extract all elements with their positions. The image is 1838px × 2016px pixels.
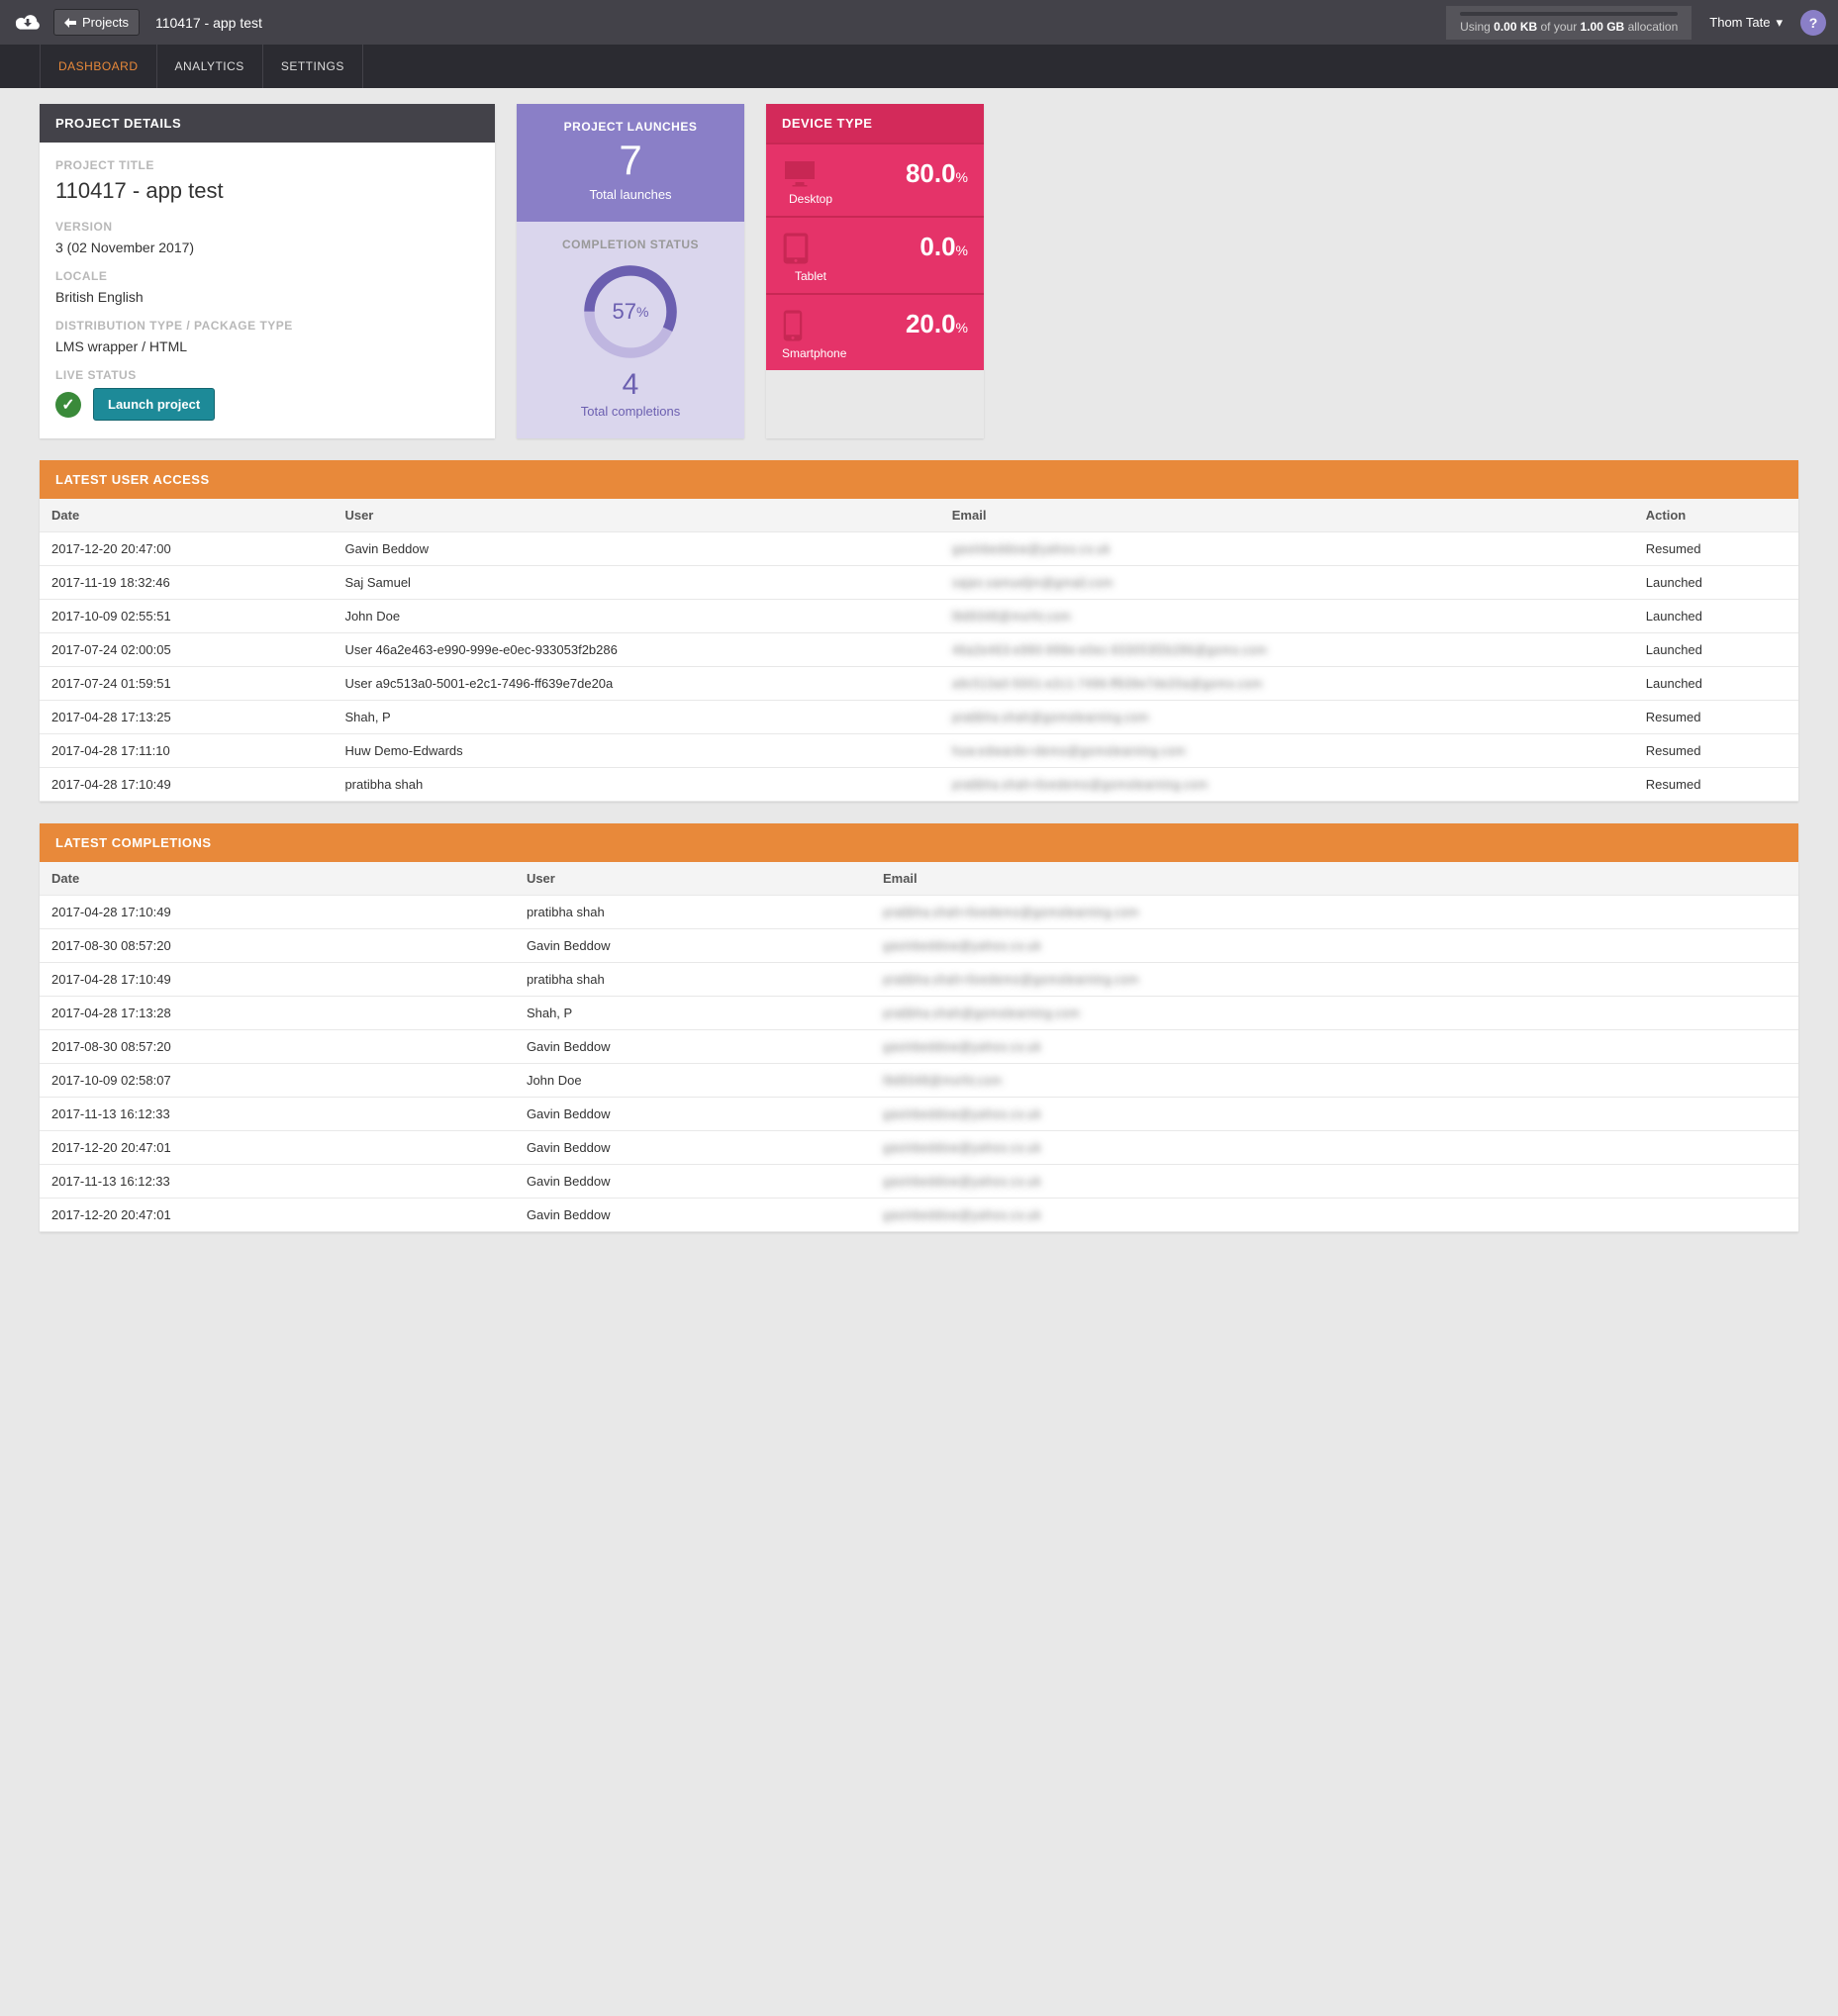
table-row: 2017-04-28 17:13:25Shah, Ppratibha.shah@… — [40, 701, 1798, 734]
table-row: 2017-04-28 17:10:49pratibha shahpratibha… — [40, 963, 1798, 997]
latest-completions-header: LATEST COMPLETIONS — [40, 823, 1798, 862]
distribution-value: LMS wrapper / HTML — [55, 338, 479, 354]
device-label: Smartphone — [782, 346, 839, 360]
chevron-down-icon: ▾ — [1776, 15, 1783, 31]
latest-access-table: DateUserEmailAction 2017-12-20 20:47:00G… — [40, 499, 1798, 802]
user-name: Thom Tate — [1709, 15, 1770, 30]
completions-count: 4 — [527, 368, 734, 402]
project-details-panel: PROJECT DETAILS PROJECT TITLE 110417 - a… — [40, 104, 495, 438]
subnav-tabs: DASHBOARDANALYTICSSETTINGS — [0, 45, 1838, 88]
latest-completions-section: LATEST COMPLETIONS DateUserEmail 2017-04… — [40, 823, 1798, 1232]
table-row: 2017-11-19 18:32:46Saj Samuelsajan.samue… — [40, 566, 1798, 600]
completion-status-header: COMPLETION STATUS — [527, 238, 734, 251]
launches-count-label: Total launches — [527, 187, 734, 202]
column-header: Action — [1634, 499, 1798, 532]
column-header: Date — [40, 862, 515, 896]
storage-allocation: Using 0.00 KB of your 1.00 GB allocation — [1446, 6, 1692, 40]
launches-panel: PROJECT LAUNCHES 7 Total launches COMPLE… — [517, 104, 744, 438]
projects-btn-label: Projects — [82, 15, 129, 30]
device-type-panel: DEVICE TYPE Desktop80.0%Tablet0.0%Smartp… — [766, 104, 984, 438]
question-icon: ? — [1809, 15, 1818, 31]
latest-completions-table: DateUserEmail 2017-04-28 17:10:49pratibh… — [40, 862, 1798, 1232]
column-header: User — [333, 499, 939, 532]
column-header: User — [515, 862, 871, 896]
device-row-desktop: Desktop80.0% — [766, 143, 984, 216]
project-details-header: PROJECT DETAILS — [40, 104, 495, 143]
cloud-logo-icon — [12, 11, 44, 35]
table-row: 2017-04-28 17:10:49pratibha shahpratibha… — [40, 896, 1798, 929]
table-row: 2017-07-24 01:59:51User a9c513a0-5001-e2… — [40, 667, 1798, 701]
tab-dashboard[interactable]: DASHBOARD — [40, 45, 157, 88]
table-row: 2017-12-20 20:47:01Gavin Beddowgavinbedd… — [40, 1199, 1798, 1232]
tablet-icon — [782, 232, 839, 265]
table-row: 2017-10-09 02:58:07John Doel9d9348@mvrht… — [40, 1064, 1798, 1098]
table-row: 2017-04-28 17:10:49pratibha shahpratibha… — [40, 768, 1798, 802]
back-arrow-icon — [64, 18, 76, 28]
device-label: Tablet — [782, 269, 839, 283]
live-status-label: LIVE STATUS — [55, 368, 479, 382]
device-percentage: 0.0% — [839, 232, 968, 262]
latest-access-header: LATEST USER ACCESS — [40, 460, 1798, 499]
table-row: 2017-08-30 08:57:20Gavin Beddowgavinbedd… — [40, 1030, 1798, 1064]
device-label: Desktop — [782, 192, 839, 206]
projects-back-button[interactable]: Projects — [53, 9, 140, 36]
column-header: Date — [40, 499, 333, 532]
table-row: 2017-12-20 20:47:01Gavin Beddowgavinbedd… — [40, 1131, 1798, 1165]
smartphone-icon — [782, 309, 839, 342]
latest-user-access-section: LATEST USER ACCESS DateUserEmailAction 2… — [40, 460, 1798, 802]
tab-analytics[interactable]: ANALYTICS — [157, 45, 263, 88]
launches-count: 7 — [527, 140, 734, 181]
table-row: 2017-04-28 17:11:10Huw Demo-Edwardshuw.e… — [40, 734, 1798, 768]
device-row-tablet: Tablet0.0% — [766, 216, 984, 293]
locale-value: British English — [55, 289, 479, 305]
table-row: 2017-11-13 16:12:33Gavin Beddowgavinbedd… — [40, 1165, 1798, 1199]
device-row-smartphone: Smartphone20.0% — [766, 293, 984, 370]
table-row: 2017-10-09 02:55:51John Doel9d9348@mvrht… — [40, 600, 1798, 633]
device-percentage: 80.0% — [839, 158, 968, 189]
topbar: Projects 110417 - app test Using 0.00 KB… — [0, 0, 1838, 45]
user-menu[interactable]: Thom Tate ▾ — [1709, 15, 1783, 31]
version-value: 3 (02 November 2017) — [55, 240, 479, 255]
tab-settings[interactable]: SETTINGS — [263, 45, 363, 88]
table-row: 2017-04-28 17:13:28Shah, Ppratibha.shah@… — [40, 997, 1798, 1030]
launches-header: PROJECT LAUNCHES — [527, 120, 734, 134]
launch-project-button[interactable]: Launch project — [93, 388, 215, 421]
help-button[interactable]: ? — [1800, 10, 1826, 36]
project-title-value: 110417 - app test — [55, 178, 479, 204]
column-header: Email — [871, 862, 1798, 896]
device-type-header: DEVICE TYPE — [766, 104, 984, 143]
distribution-label: DISTRIBUTION TYPE / PACKAGE TYPE — [55, 319, 479, 333]
table-row: 2017-08-30 08:57:20Gavin Beddowgavinbedd… — [40, 929, 1798, 963]
device-percentage: 20.0% — [839, 309, 968, 339]
desktop-icon — [782, 158, 839, 188]
locale-label: LOCALE — [55, 269, 479, 283]
project-title-label: PROJECT TITLE — [55, 158, 479, 172]
table-row: 2017-07-24 02:00:05User 46a2e463-e990-99… — [40, 633, 1798, 667]
column-header: Email — [940, 499, 1634, 532]
version-label: VERSION — [55, 220, 479, 234]
completions-label: Total completions — [527, 404, 734, 419]
table-row: 2017-12-20 20:47:00Gavin Beddowgavinbedd… — [40, 532, 1798, 566]
completion-donut-chart: 57% — [584, 265, 677, 358]
table-row: 2017-11-13 16:12:33Gavin Beddowgavinbedd… — [40, 1098, 1798, 1131]
status-check-icon: ✓ — [55, 392, 81, 418]
breadcrumb-title: 110417 - app test — [155, 15, 262, 31]
allocation-bar — [1460, 12, 1678, 16]
